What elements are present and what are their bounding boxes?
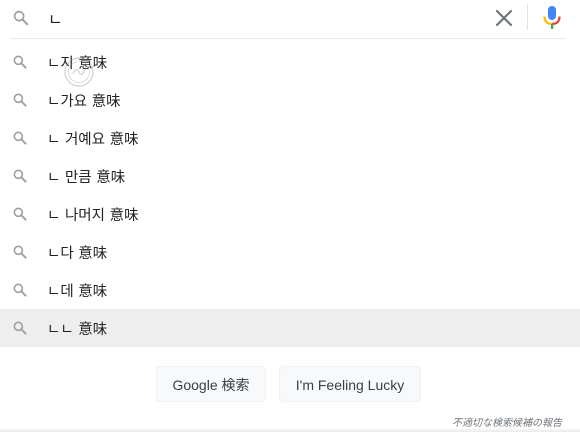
search-icon (13, 283, 27, 297)
search-bar-divider (527, 4, 528, 30)
suggestion-text: ㄴ다 意味 (47, 246, 108, 262)
search-icon (13, 245, 27, 259)
search-autocomplete-panel: ㄴ지 意味 ㄴ가요 意味 ㄴ 거예요 意味 ㄴ 만큼 意味 (0, 0, 580, 432)
panel-shadow (0, 428, 580, 432)
suggestion-item[interactable]: ㄴ 나머지 意味 (0, 195, 580, 233)
suggestion-item[interactable]: ㄴ다 意味 (0, 233, 580, 271)
suggestion-item[interactable]: ㄴ지 意味 (0, 43, 580, 81)
google-search-button[interactable]: Google 検索 (156, 366, 266, 402)
suggestion-text: ㄴ 만큼 意味 (47, 170, 126, 186)
suggestion-item[interactable]: ㄴ가요 意味 (0, 81, 580, 119)
suggestion-text: ㄴ데 意味 (47, 284, 108, 300)
search-input[interactable] (48, 4, 478, 32)
search-icon (13, 10, 29, 26)
suggestion-text: ㄴ 거예요 意味 (47, 132, 139, 148)
search-icon (13, 321, 27, 335)
close-icon[interactable] (492, 6, 516, 30)
search-icon (13, 93, 27, 107)
suggestion-item-selected[interactable]: ㄴㄴ 意味 (0, 309, 580, 347)
search-icon (13, 131, 27, 145)
search-icon (13, 55, 27, 69)
suggestion-text: ㄴ가요 意味 (47, 94, 121, 110)
suggestions-divider (10, 38, 566, 39)
suggestion-item[interactable]: ㄴ 만큼 意味 (0, 157, 580, 195)
search-icon (13, 207, 27, 221)
suggestion-item[interactable]: ㄴ데 意味 (0, 271, 580, 309)
suggestion-text: ㄴ 나머지 意味 (47, 208, 139, 224)
suggestion-item[interactable]: ㄴ 거예요 意味 (0, 119, 580, 157)
report-suggestions-link[interactable]: 不適切な検索候補の報告 (452, 414, 562, 429)
suggestion-text: ㄴ지 意味 (47, 56, 108, 72)
feeling-lucky-button[interactable]: I'm Feeling Lucky (279, 366, 421, 402)
search-icon (13, 169, 27, 183)
search-bar (0, 0, 580, 36)
action-buttons: Google 検索 I'm Feeling Lucky (0, 366, 580, 404)
suggestion-list: ㄴ지 意味 ㄴ가요 意味 ㄴ 거예요 意味 ㄴ 만큼 意味 ㄴ 나머지 意味 ㄴ… (0, 43, 580, 347)
suggestion-text: ㄴㄴ 意味 (47, 322, 108, 338)
microphone-icon[interactable] (541, 5, 563, 31)
